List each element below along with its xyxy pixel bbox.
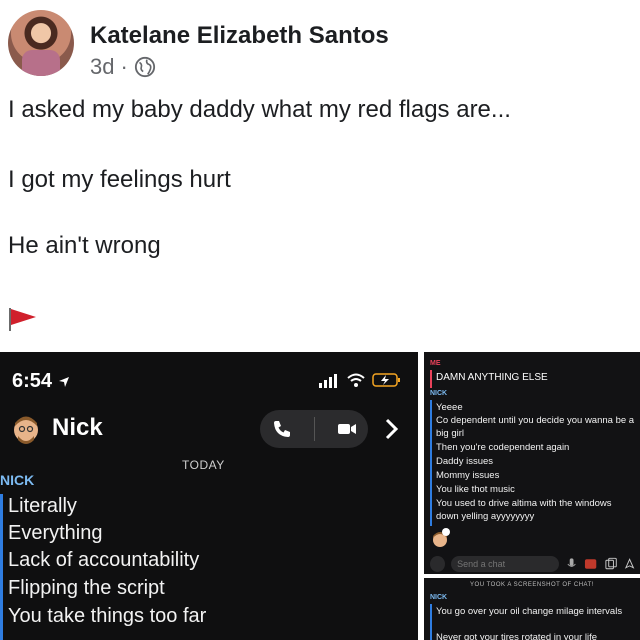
post-text-line: I asked my baby daddy what my red flags … bbox=[8, 96, 511, 123]
sender-bar bbox=[430, 604, 432, 640]
post-meta: 3d · bbox=[90, 54, 156, 80]
post-header: Katelane Elizabeth Santos 3d · bbox=[8, 10, 628, 80]
chat-screenshot-right-bottom: YOU TOOK A SCREENSHOT OF CHAT! NICK You … bbox=[424, 578, 640, 640]
chat-message: Yeeee bbox=[436, 402, 463, 413]
wifi-icon bbox=[347, 373, 365, 387]
screenshot-notice: YOU TOOK A SCREENSHOT OF CHAT! bbox=[470, 582, 594, 588]
video-icon[interactable] bbox=[336, 418, 358, 440]
chat-message: Co dependent until you decide you wanna … bbox=[436, 415, 635, 439]
globe-icon[interactable] bbox=[134, 56, 156, 78]
chat-message: Daddy issues bbox=[436, 456, 494, 467]
chat-message: You go over your oil change milage inter… bbox=[436, 606, 623, 617]
me-bar bbox=[430, 370, 432, 388]
sticker-icon[interactable] bbox=[584, 557, 597, 571]
chat-message: Mommy issues bbox=[436, 470, 500, 481]
chat-screenshot-right-top: ME DAMN ANYTHING ELSE NICK Yeeee Co depe… bbox=[424, 352, 640, 574]
status-icons bbox=[318, 372, 402, 388]
call-controls bbox=[260, 410, 368, 448]
chat-message: Literally bbox=[8, 495, 77, 517]
status-time: 6:54 bbox=[12, 370, 70, 393]
location-arrow-icon bbox=[58, 376, 69, 387]
rocket-icon[interactable] bbox=[623, 557, 636, 571]
bitmoji-typing-icon bbox=[433, 528, 450, 547]
chat-message: Then you're codependent again bbox=[436, 442, 570, 453]
chat-message: You like thot music bbox=[436, 484, 515, 495]
battery-icon bbox=[372, 373, 400, 387]
camera-icon[interactable] bbox=[430, 556, 446, 572]
post-text-line: He ain't wrong bbox=[8, 232, 161, 259]
me-label: ME bbox=[430, 360, 441, 367]
sender-label: NICK bbox=[0, 472, 35, 488]
sender-bar bbox=[0, 494, 3, 640]
chat-message: You used to drive altima with the window… bbox=[436, 498, 612, 522]
chat-input-row bbox=[430, 554, 636, 574]
chat-message: Everything bbox=[8, 522, 103, 544]
date-divider: TODAY bbox=[182, 458, 225, 472]
chat-screenshot-left: 6:54 Nick TODAY NICK Literally Everythin… bbox=[0, 352, 418, 640]
send-chat-input[interactable] bbox=[451, 556, 560, 572]
cards-icon[interactable] bbox=[604, 557, 617, 571]
red-flag-icon bbox=[9, 308, 36, 331]
chat-contact-name[interactable]: Nick bbox=[52, 414, 103, 442]
chat-message: You take things too far bbox=[8, 605, 207, 627]
bitmoji-avatar-icon[interactable] bbox=[10, 414, 42, 448]
sender-label: NICK bbox=[430, 594, 448, 601]
chat-message: Never got your tires rotated in your lif… bbox=[436, 632, 598, 640]
chat-message-me: DAMN ANYTHING ELSE bbox=[436, 372, 548, 383]
chat-message: Flipping the script bbox=[8, 577, 165, 599]
mic-icon[interactable] bbox=[565, 557, 578, 571]
meta-separator: · bbox=[120, 54, 128, 79]
post-time[interactable]: 3d bbox=[90, 54, 114, 80]
author-name[interactable]: Katelane Elizabeth Santos bbox=[90, 22, 389, 50]
chevron-right-icon[interactable] bbox=[382, 416, 402, 442]
post-text-line: I got my feelings hurt bbox=[8, 166, 231, 193]
phone-icon[interactable] bbox=[271, 418, 293, 440]
sender-label: NICK bbox=[430, 390, 448, 397]
signal-icon bbox=[319, 374, 337, 388]
avatar[interactable] bbox=[8, 10, 74, 76]
chat-message: Lack of accountability bbox=[8, 549, 200, 571]
sender-bar bbox=[430, 400, 432, 526]
